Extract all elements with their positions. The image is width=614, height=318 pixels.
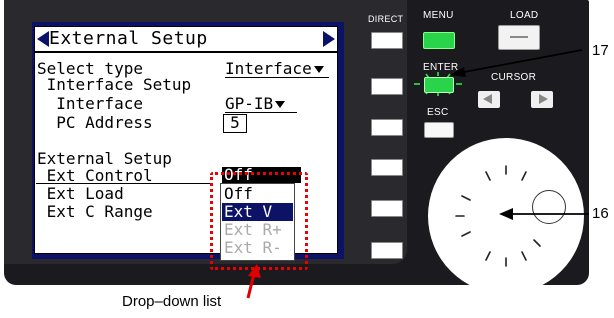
callout-16: 16 (592, 205, 609, 222)
dropdown-caption: Drop–down list (122, 293, 222, 310)
row-underline (36, 183, 212, 184)
load-indicator (510, 36, 528, 38)
callout-17: 17 (592, 42, 609, 59)
row-label-interface: Interface (37, 94, 143, 113)
dropdown-arrow-icon (275, 101, 286, 108)
arrow-left-icon (483, 94, 492, 104)
interface-value: GP-IB (225, 94, 274, 113)
arrow-right-icon (539, 94, 548, 104)
row-label-pc-address: PC Address (37, 113, 153, 132)
row-label-ext-control: Ext Control (37, 166, 153, 185)
screen-title: External Setup (49, 28, 208, 49)
direct-key-1[interactable] (371, 32, 403, 49)
direct-key-5[interactable] (371, 200, 403, 217)
load-label: LOAD (510, 10, 539, 21)
esc-button[interactable] (424, 122, 454, 138)
direct-key-4[interactable] (371, 159, 403, 176)
scroll-right-icon[interactable] (323, 31, 335, 47)
select-type-value: Interface (225, 59, 312, 78)
row-label-interface-setup: Interface Setup (37, 75, 192, 94)
direct-key-3[interactable] (371, 119, 403, 136)
dropdown-highlight-frame (210, 172, 308, 270)
title-bar: External Setup (35, 27, 337, 53)
scroll-left-icon[interactable] (37, 31, 49, 47)
direct-label: DIRECT (368, 14, 404, 24)
dropdown-callout-arrow (246, 264, 261, 299)
row-label-ext-c-range: Ext C Range (37, 202, 153, 221)
menu-label: MENU (423, 10, 454, 21)
direct-key-6[interactable] (371, 242, 403, 259)
callout-16-arrow (499, 208, 589, 220)
pc-address-field[interactable]: 5 (223, 114, 247, 133)
row-label-ext-load: Ext Load (37, 184, 124, 203)
select-type-dropdown[interactable]: Interface (225, 61, 329, 78)
row-label-external-setup: External Setup (37, 149, 172, 168)
direct-key-2[interactable] (371, 78, 403, 95)
cursor-right-button[interactable] (531, 91, 553, 108)
esc-label: ESC (427, 107, 449, 118)
dropdown-arrow-icon (313, 66, 324, 73)
interface-dropdown[interactable]: GP-IB (225, 96, 297, 113)
callout-17-arrow (450, 49, 583, 77)
cursor-left-button[interactable] (478, 91, 500, 108)
